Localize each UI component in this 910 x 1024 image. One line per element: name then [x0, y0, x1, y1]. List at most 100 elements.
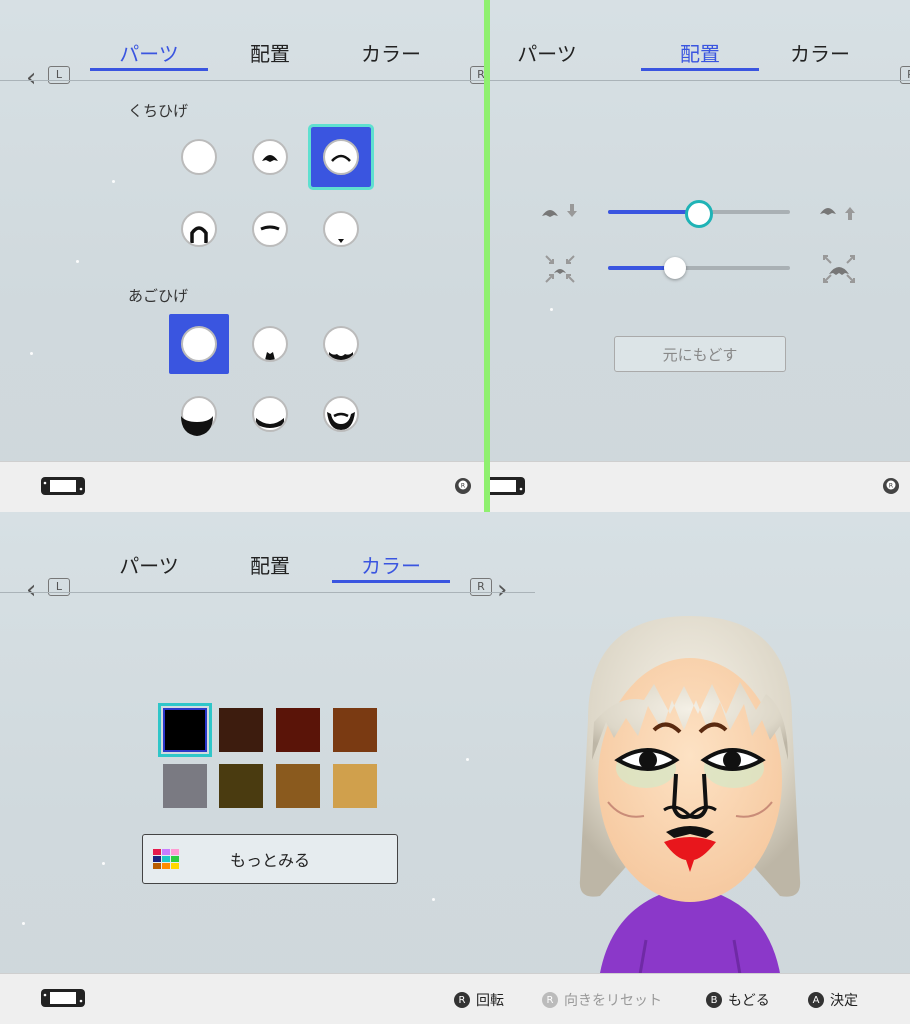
header-divider — [0, 592, 535, 593]
mustache-icon — [252, 211, 288, 247]
mustache-none-icon — [181, 139, 217, 175]
more-colors-button[interactable]: もっとみる — [142, 834, 398, 884]
sparkle — [102, 862, 105, 865]
rotate-label: 回転 — [476, 993, 504, 1009]
tab-bar: ‹ L パーツ 配置 カラー R — [0, 28, 487, 91]
tab-color[interactable]: カラー — [760, 38, 880, 67]
footer-bar: R 回転 R 向きをリセット B もどる A 決定 — [0, 973, 910, 1024]
reset-position-button[interactable]: 元にもどす — [614, 336, 786, 372]
b-button-icon: B — [706, 992, 722, 1008]
sparkle — [22, 922, 25, 925]
beard-icon — [252, 326, 288, 362]
header-divider — [0, 80, 487, 81]
r-stick-letter: R — [889, 483, 893, 490]
switch-console-icon — [41, 989, 85, 1007]
reset-facing-hint: R 向きをリセット — [542, 990, 662, 1010]
chevron-right-icon[interactable]: › — [497, 577, 507, 603]
r-stick-letter: R — [461, 483, 465, 490]
confirm-hint[interactable]: A 決定 — [808, 990, 858, 1010]
tab-bar: パーツ 配置 カラー R — [490, 28, 910, 84]
mustache-option[interactable] — [311, 199, 371, 259]
beard-option[interactable] — [311, 384, 371, 444]
color-swatch[interactable] — [333, 708, 377, 752]
move-down-icon — [542, 204, 577, 217]
tab-underline — [332, 580, 450, 583]
tab-bar: ‹ L パーツ 配置 カラー R › — [0, 540, 910, 603]
sparkle — [432, 898, 435, 901]
footer-bar: R — [490, 461, 910, 512]
chevron-left-icon[interactable]: ‹ — [26, 577, 36, 603]
tab-position[interactable]: 配置 — [210, 38, 330, 67]
mii-avatar-preview[interactable] — [548, 610, 838, 986]
tab-underline — [90, 68, 208, 71]
tab-underline — [641, 68, 759, 71]
tab-position[interactable]: 配置 — [640, 38, 760, 67]
beard-none-icon — [181, 326, 217, 362]
sparkle — [550, 308, 553, 311]
color-swatch[interactable] — [219, 764, 263, 808]
mustache-option-selected[interactable] — [308, 124, 374, 190]
r-button-icon: R — [900, 66, 910, 84]
color-swatch[interactable] — [276, 764, 320, 808]
chevron-left-icon[interactable]: ‹ — [26, 65, 36, 91]
color-swatch[interactable] — [158, 703, 212, 757]
back-hint[interactable]: B もどる — [706, 990, 770, 1010]
color-swatch[interactable] — [276, 708, 320, 752]
beard-icon — [323, 326, 359, 362]
mustache-option[interactable] — [169, 199, 229, 259]
confirm-label: 決定 — [830, 993, 858, 1009]
mustache-icon — [252, 139, 288, 175]
r-stick-icon: R — [454, 992, 470, 1008]
r-stick-icon: R — [883, 478, 899, 494]
sparkle — [112, 180, 115, 183]
section-beard-label: あごひげ — [128, 287, 189, 305]
color-swatch[interactable] — [163, 764, 207, 808]
enlarge-icon — [823, 255, 855, 283]
color-swatch[interactable] — [333, 764, 377, 808]
beard-icon — [323, 396, 359, 432]
r-stick-press-icon: R — [542, 992, 558, 1008]
tab-color[interactable]: カラー — [331, 38, 451, 67]
switch-console-icon — [490, 477, 525, 495]
reset-facing-label: 向きをリセット — [564, 993, 662, 1009]
r-stick-icon: R — [455, 478, 471, 494]
beard-option[interactable] — [240, 314, 300, 374]
switch-console-icon — [41, 477, 85, 495]
color-swatch[interactable] — [219, 708, 263, 752]
position-panel: パーツ 配置 カラー R 元にもどす — [490, 0, 910, 512]
beard-icon — [181, 396, 217, 436]
rotate-hint[interactable]: R 回転 — [454, 990, 504, 1010]
slider-knob[interactable] — [685, 200, 713, 228]
tab-color[interactable]: カラー — [331, 550, 451, 579]
mustache-option[interactable] — [169, 127, 229, 187]
tab-parts[interactable]: パーツ — [89, 38, 209, 67]
l-button-icon: L — [48, 578, 70, 596]
sparkle — [76, 260, 79, 263]
shrink-icon — [545, 255, 575, 283]
section-mustache-label: くちひげ — [128, 102, 189, 120]
beard-option[interactable] — [240, 384, 300, 444]
footer-bar: R — [0, 461, 487, 512]
beard-option[interactable] — [169, 384, 229, 444]
tab-position[interactable]: 配置 — [210, 550, 330, 579]
beard-option-selected[interactable] — [169, 314, 229, 374]
mustache-icon — [181, 211, 217, 247]
color-panel: ‹ L パーツ 配置 カラー R › もっとみる R 回転 R 向きをリセット … — [0, 512, 910, 1024]
l-button-icon: L — [48, 66, 70, 84]
parts-panel: ‹ L パーツ 配置 カラー R くちひげ あごひげ R — [0, 0, 487, 512]
beard-icon — [252, 396, 288, 432]
r-button-icon: R — [470, 578, 492, 596]
mustache-option[interactable] — [240, 127, 300, 187]
beard-option[interactable] — [311, 314, 371, 374]
header-divider — [490, 80, 910, 81]
mustache-icon — [323, 211, 359, 247]
size-slider[interactable] — [608, 266, 790, 270]
mustache-icon — [323, 139, 359, 175]
tab-parts[interactable]: パーツ — [89, 550, 209, 579]
mustache-option[interactable] — [240, 199, 300, 259]
tab-parts[interactable]: パーツ — [490, 38, 607, 67]
a-button-icon: A — [808, 992, 824, 1008]
move-up-icon — [820, 207, 855, 220]
slider-knob[interactable] — [664, 257, 686, 279]
more-colors-label: もっとみる — [229, 851, 310, 870]
